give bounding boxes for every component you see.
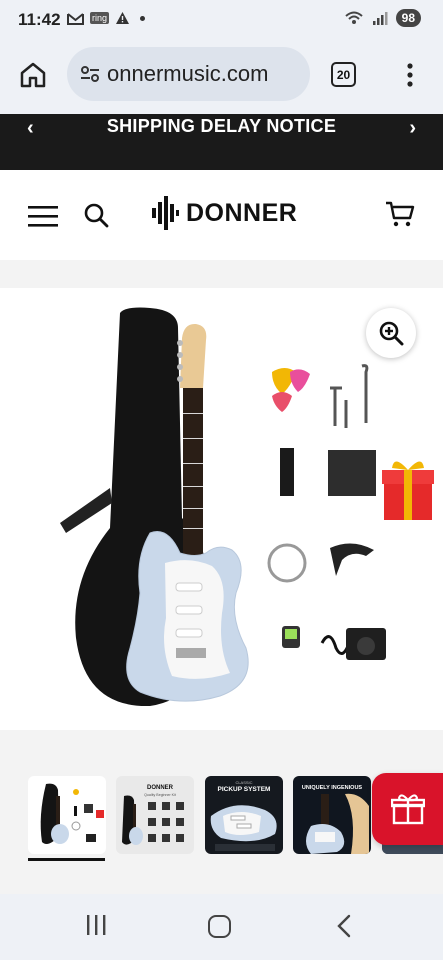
tab-switcher-button[interactable]: 20 <box>331 62 356 87</box>
url-text[interactable]: onnermusic.com <box>107 61 297 87</box>
ring-icon: ring <box>90 12 110 24</box>
product-main-image[interactable] <box>0 288 443 730</box>
hamburger-menu-icon[interactable] <box>28 205 58 227</box>
address-bar[interactable]: onnermusic.com <box>67 47 310 101</box>
battery-indicator: 98 <box>395 9 421 27</box>
svg-text:DONNER: DONNER <box>147 785 174 791</box>
signal-icon <box>372 12 388 25</box>
recent-apps-icon[interactable] <box>85 914 107 936</box>
search-icon[interactable] <box>83 202 109 228</box>
wifi-calling-icon <box>344 11 363 24</box>
thumb-kit-overview[interactable] <box>28 776 106 854</box>
android-nav-bar <box>0 894 443 960</box>
gmail-icon <box>67 12 84 25</box>
thumb-donner-beginner-kit[interactable]: DONNER Quality Beginner Kit <box>116 776 194 854</box>
site-settings-icon[interactable] <box>79 63 101 85</box>
donner-logo-icon <box>152 196 179 230</box>
svg-text:UNIQUELY INGENIOUS: UNIQUELY INGENIOUS <box>302 785 363 791</box>
announcement-text[interactable]: SHIPPING DELAY NOTICE <box>0 116 443 137</box>
zoom-button[interactable] <box>366 308 416 358</box>
cart-icon[interactable] <box>385 200 415 228</box>
selected-thumb-indicator <box>28 858 105 861</box>
logo-text: DONNER <box>186 198 298 227</box>
back-icon[interactable] <box>336 914 352 938</box>
svg-text:CLASSIC: CLASSIC <box>235 780 252 785</box>
thumb-pickup-system[interactable]: CLASSIC PICKUP SYSTEM <box>205 776 283 854</box>
spacer <box>0 260 443 288</box>
browser-toolbar: onnermusic.com 20 <box>0 40 443 114</box>
gift-icon <box>390 794 425 825</box>
browser-home-icon[interactable] <box>18 60 48 90</box>
svg-text:PICKUP SYSTEM: PICKUP SYSTEM <box>218 786 271 793</box>
status-bar: 11:42 ring 98 <box>0 0 443 40</box>
dot-icon <box>140 15 146 21</box>
thumb-uniquely-ingenious[interactable]: UNIQUELY INGENIOUS <box>293 776 371 854</box>
spacer <box>0 730 443 748</box>
warning-icon <box>116 12 130 24</box>
home-icon[interactable] <box>208 915 231 938</box>
status-right: 98 <box>344 9 421 27</box>
notification-icons: ring <box>67 11 146 25</box>
announcement-bar: ‹ SHIPPING DELAY NOTICE › <box>0 114 443 170</box>
announcement-next-button[interactable]: › <box>409 117 416 140</box>
donner-logo[interactable]: DONNER <box>150 194 297 232</box>
status-time: 11:42 <box>18 10 61 29</box>
site-header: DONNER <box>0 170 443 260</box>
gift-button[interactable] <box>372 773 443 845</box>
zoom-in-icon <box>379 321 404 346</box>
guitar-kit-illustration <box>60 307 434 707</box>
svg-text:Quality Beginner Kit: Quality Beginner Kit <box>144 793 176 797</box>
browser-menu-icon[interactable] <box>400 60 420 90</box>
